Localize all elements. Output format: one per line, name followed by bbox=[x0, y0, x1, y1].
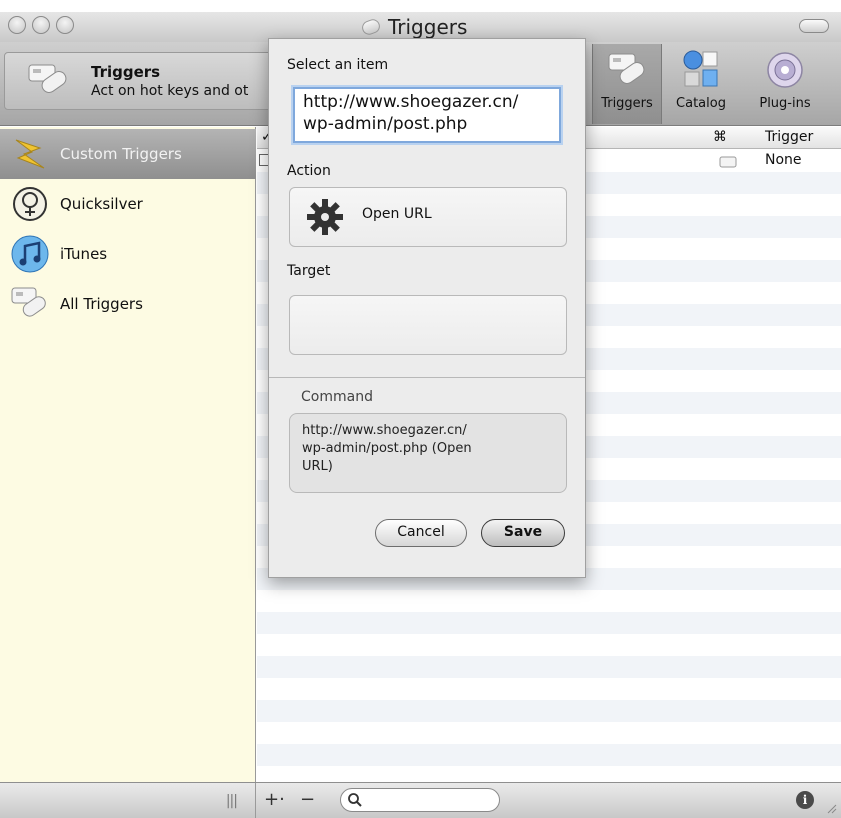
search-field[interactable] bbox=[340, 788, 500, 812]
toolbar-label: Plug-ins bbox=[759, 96, 811, 111]
gear-icon bbox=[307, 199, 343, 235]
command-label: Command bbox=[301, 389, 373, 405]
triggers-icon bbox=[28, 64, 67, 93]
toolbar-catalog-button[interactable]: Catalog bbox=[668, 44, 734, 124]
itunes-icon bbox=[11, 235, 49, 273]
sidebar-item-label: iTunes bbox=[60, 245, 108, 263]
info-button[interactable]: i bbox=[796, 791, 814, 809]
search-icon bbox=[348, 793, 362, 807]
toolbar-label: Triggers bbox=[601, 96, 653, 111]
plugins-icon bbox=[767, 52, 803, 88]
table-row-empty bbox=[257, 678, 841, 700]
pane-title: Triggers bbox=[91, 63, 161, 81]
item-value-line: wp-admin/post.php bbox=[303, 114, 468, 134]
target-field[interactable] bbox=[289, 295, 567, 355]
table-row-empty bbox=[257, 722, 841, 744]
action-value: Open URL bbox=[362, 206, 432, 222]
keyboard-icon bbox=[719, 156, 737, 168]
trigger-cell: None bbox=[765, 152, 802, 168]
toolbar-triggers-button[interactable]: Triggers bbox=[592, 44, 662, 124]
toolbar-toggle-button[interactable] bbox=[799, 19, 829, 33]
command-line: http://www.shoegazer.cn/ bbox=[302, 423, 467, 438]
sidebar-item-label: All Triggers bbox=[60, 295, 143, 313]
column-header-trigger[interactable]: Trigger bbox=[765, 129, 813, 145]
sidebar-item-all-triggers[interactable]: All Triggers bbox=[0, 279, 256, 329]
item-field[interactable]: http://www.shoegazer.cn/ wp-admin/post.p… bbox=[293, 87, 561, 143]
cancel-button[interactable]: Cancel bbox=[375, 519, 467, 547]
item-value-line: http://www.shoegazer.cn/ bbox=[303, 92, 519, 112]
catalog-icon bbox=[683, 50, 718, 87]
table-row-empty bbox=[257, 656, 841, 678]
sidebar-item-quicksilver[interactable]: Quicksilver bbox=[0, 179, 256, 229]
triggers-window: Triggers Triggers Act on hot keys and ot… bbox=[0, 0, 841, 818]
action-label: Action bbox=[287, 163, 331, 179]
window-title-group: Triggers bbox=[360, 15, 468, 39]
table-row-empty bbox=[257, 634, 841, 656]
pane-header: Triggers Act on hot keys and ot bbox=[4, 52, 304, 110]
toolbar-label: Catalog bbox=[676, 96, 726, 111]
select-item-label: Select an item bbox=[287, 57, 389, 73]
toolbar-plugins-button[interactable]: Plug-ins bbox=[740, 44, 830, 124]
trigger-editor-sheet: Select an item http://www.shoegazer.cn/ … bbox=[268, 38, 586, 578]
triggers-icon bbox=[11, 287, 46, 317]
quicksilver-icon bbox=[13, 187, 47, 221]
minimize-window-button[interactable] bbox=[32, 16, 50, 34]
zoom-window-button[interactable] bbox=[56, 16, 74, 34]
split-view-grip[interactable]: ||| bbox=[226, 793, 238, 809]
window-title: Triggers bbox=[388, 15, 468, 39]
pane-subtitle: Act on hot keys and ot bbox=[91, 83, 249, 99]
table-row-empty bbox=[257, 700, 841, 722]
sidebar-item-custom-triggers[interactable]: Custom Triggers bbox=[0, 129, 256, 179]
sidebar-footer: ||| bbox=[0, 783, 256, 818]
sidebar-item-label: Custom Triggers bbox=[60, 145, 182, 163]
command-line: URL) bbox=[302, 459, 333, 474]
close-window-button[interactable] bbox=[8, 16, 26, 34]
command-summary: http://www.shoegazer.cn/ wp-admin/post.p… bbox=[289, 413, 567, 493]
remove-trigger-button[interactable]: − bbox=[300, 789, 315, 810]
add-trigger-button[interactable]: +· bbox=[264, 789, 285, 810]
sidebar: Custom Triggers Quicksilver iTunes All T… bbox=[0, 127, 256, 782]
save-button[interactable]: Save bbox=[481, 519, 565, 547]
lightning-icon bbox=[15, 139, 45, 169]
target-label: Target bbox=[287, 263, 331, 279]
triggers-icon bbox=[608, 53, 645, 84]
table-row-empty bbox=[257, 744, 841, 766]
table-row-empty bbox=[257, 612, 841, 634]
table-row-empty bbox=[257, 590, 841, 612]
action-field[interactable]: Open URL bbox=[289, 187, 567, 247]
sheet-divider bbox=[269, 377, 585, 378]
command-line: wp-admin/post.php (Open bbox=[302, 441, 472, 456]
resize-grip-icon[interactable] bbox=[825, 802, 837, 814]
sidebar-item-label: Quicksilver bbox=[60, 195, 143, 213]
triggers-icon bbox=[360, 17, 382, 37]
sidebar-item-itunes[interactable]: iTunes bbox=[0, 229, 256, 279]
bottom-bar: ||| +· − i bbox=[0, 782, 841, 818]
column-header-command[interactable]: ⌘ bbox=[713, 129, 727, 145]
